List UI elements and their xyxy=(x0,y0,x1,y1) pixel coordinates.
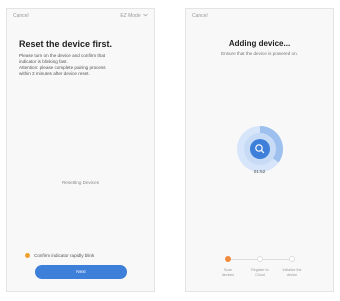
progress-spinner xyxy=(237,126,283,172)
top-bar: Cancel xyxy=(192,13,327,23)
mode-selector[interactable]: EZ Mode xyxy=(120,13,148,19)
chevron-down-icon xyxy=(143,13,148,17)
confirm-indicator-label: Confirm indicator rapidly blink xyxy=(34,253,95,258)
cancel-button[interactable]: Cancel xyxy=(13,13,29,19)
checkbox-icon xyxy=(25,253,30,258)
step-cloud-label: Register to Cloud xyxy=(247,268,273,277)
subtitle: Ensure that the device is powered on. xyxy=(221,51,298,56)
reset-device-screen: Cancel EZ Mode Reset the device first. P… xyxy=(6,8,155,292)
step-cloud-dot xyxy=(257,256,263,262)
page-title: Reset the device first. xyxy=(19,39,113,49)
mode-label: EZ Mode xyxy=(120,13,141,19)
resetting-devices-label: Resetting Devices xyxy=(61,180,100,185)
step-initialize-label: Initialize the device xyxy=(279,268,305,277)
next-button[interactable]: Next xyxy=(35,265,127,279)
step-initialize-label-line: device xyxy=(286,272,298,277)
step-initialize-label-line: Initialize the xyxy=(282,268,302,272)
step-scan-label-line: devices xyxy=(221,272,235,277)
instructions-text: Please turn on the device and confirm th… xyxy=(19,53,141,77)
instruction-line: within 3 minutes after device reset. xyxy=(19,71,90,76)
cancel-button[interactable]: Cancel xyxy=(192,13,208,19)
step-scan-dot xyxy=(225,256,231,262)
adding-device-screen: Cancel Adding device... Ensure that the … xyxy=(185,8,334,292)
page-title: Adding device... xyxy=(228,39,291,48)
step-initialize-dot xyxy=(289,256,295,262)
step-scan-label: Scan devices xyxy=(215,268,241,277)
steps-progress-track xyxy=(231,259,295,260)
step-cloud-label-line: Cloud xyxy=(255,272,265,277)
countdown-timer: 01:52 xyxy=(253,169,266,174)
confirm-indicator-checkbox[interactable]: Confirm indicator rapidly blink xyxy=(25,253,94,258)
top-bar: Cancel EZ Mode xyxy=(13,13,148,23)
